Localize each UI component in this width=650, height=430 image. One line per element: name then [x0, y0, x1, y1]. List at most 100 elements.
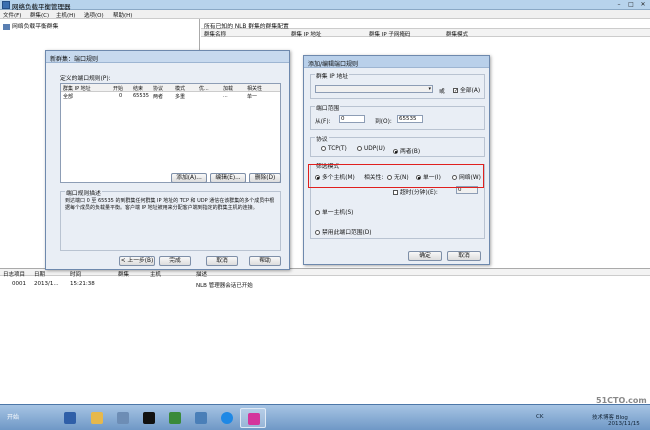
defined-rules-label: 定义的端口规则(P): — [60, 76, 111, 82]
nlb-icon — [195, 412, 207, 424]
help-button[interactable]: 帮助 — [249, 256, 281, 266]
cluster-icon — [3, 23, 10, 30]
rule-description-text: 到达端口 0 至 65535 的到群集任何群集 IP 地址的 TCP 和 UDP… — [65, 198, 275, 211]
from-port-input[interactable]: 0 — [339, 115, 365, 123]
add-rule-button[interactable]: 添加(A)... — [171, 173, 207, 183]
menu-cluster[interactable]: 群集(C) — [30, 11, 49, 19]
log-col-desc[interactable]: 描述 — [196, 270, 207, 278]
all-checkbox[interactable]: ✓ 全部(A) — [453, 85, 480, 94]
close-button[interactable]: ✕ — [638, 1, 648, 9]
rules-col-end[interactable]: 结束 — [133, 85, 143, 92]
port-rules-list[interactable]: 群集 IP 地址 开始 结束 协议 模式 优... 加载 相关性 全部 0 65… — [60, 83, 281, 183]
edit-rule-button[interactable]: 编辑(E)... — [210, 173, 246, 183]
finish-button[interactable]: 完成 — [159, 256, 191, 266]
log-item: 0001 — [12, 281, 26, 287]
rule-description-group: 端口规则描述 到达端口 0 至 65535 的到群集任何群集 IP 地址的 TC… — [60, 188, 281, 251]
right-pane-heading: 所有已知的 NLB 群集的群集配置 — [201, 19, 650, 30]
filter-mode-highlight — [308, 164, 484, 188]
rule-end: 65535 — [133, 93, 149, 99]
port-range-label: 端口范围 — [315, 103, 341, 112]
col-cluster-mask[interactable]: 群集 IP 子网掩码 — [369, 30, 410, 38]
rules-col-start[interactable]: 开始 — [113, 85, 123, 92]
taskbar-ie[interactable] — [214, 408, 240, 428]
taskbar-powershell[interactable] — [57, 408, 83, 428]
taskbar-nlb[interactable] — [188, 408, 214, 428]
menu-host[interactable]: 主机(H) — [56, 11, 75, 19]
nlb-app-icon — [2, 1, 10, 9]
rule-mode: 多重 — [175, 94, 186, 100]
title-bar: 网络负载平衡管理器 – □ ✕ — [0, 0, 650, 11]
edit-dialog-caption: 添加/编辑端口规则 — [304, 56, 489, 68]
col-cluster-ip[interactable]: 群集 IP 地址 — [291, 30, 321, 38]
rule-load: ... — [223, 93, 228, 99]
rules-header: 群集 IP 地址 开始 结束 协议 模式 优... 加载 相关性 — [61, 84, 280, 92]
taskbar-cmd[interactable] — [136, 408, 162, 428]
log-col-cluster[interactable]: 群集 — [118, 270, 129, 278]
radio-icon — [357, 146, 362, 151]
to-label: 到(O): — [375, 119, 392, 125]
port-rules-dialog: 新群集：端口规则 定义的端口规则(P): 群集 IP 地址 开始 结束 协议 模… — [45, 50, 290, 270]
rule-start: 0 — [119, 93, 123, 99]
menu-help[interactable]: 帮助(H) — [113, 11, 132, 19]
back-button[interactable]: < 上一步(B) — [119, 256, 155, 266]
dialog-caption: 新群集：端口规则 — [46, 51, 289, 63]
menu-bar: 文件(F) 群集(C) 主机(H) 选项(O) 帮助(H) — [0, 10, 650, 19]
log-time: 15:21:38 — [70, 281, 95, 287]
maximize-button[interactable]: □ — [626, 1, 636, 9]
to-port-input[interactable]: 65535 — [397, 115, 423, 123]
rules-col-priority[interactable]: 优... — [199, 85, 209, 92]
col-cluster-mode[interactable]: 群集模式 — [446, 30, 468, 38]
delete-rule-button[interactable]: 删除(D) — [249, 173, 281, 183]
start-button[interactable]: 开始 — [1, 408, 25, 428]
tree-root[interactable]: 网络负载平衡群集 — [3, 21, 58, 30]
ok-button[interactable]: 确定 — [408, 251, 442, 261]
taskbar: 开始 CK 51CTO.com 技术博客 Blog 2013/11/15 — [0, 396, 650, 430]
log-col-host[interactable]: 主机 — [150, 270, 161, 278]
from-label: 从(F): — [315, 119, 331, 125]
language-indicator[interactable]: CK — [536, 414, 543, 420]
server-manager-icon — [117, 412, 129, 424]
log-col-item[interactable]: 日志项目 — [3, 270, 25, 278]
port-range-group: 端口范围 从(F): 0 到(O): 65535 — [310, 103, 485, 130]
chevron-down-icon: ▾ — [428, 86, 431, 92]
disable-range-radio[interactable]: 禁用此端口范围(D) — [315, 227, 372, 236]
cmd-icon — [143, 412, 155, 424]
rules-col-affinity[interactable]: 相关性 — [247, 85, 262, 92]
taskbar-network[interactable] — [162, 408, 188, 428]
log-desc: NLB 管理器会话已开始 — [196, 283, 253, 289]
rules-col-protocol[interactable]: 协议 — [153, 85, 163, 92]
rules-col-ip[interactable]: 群集 IP 地址 — [63, 85, 91, 92]
taskbar-paint[interactable] — [240, 408, 266, 428]
edit-cancel-button[interactable]: 取消 — [447, 251, 481, 261]
radio-icon — [315, 210, 320, 215]
minimize-button[interactable]: – — [614, 1, 624, 9]
menu-file[interactable]: 文件(F) — [3, 11, 21, 19]
col-cluster-name[interactable]: 群集名称 — [204, 30, 226, 38]
timeout-checkbox[interactable]: 超时(分钟)(E): — [393, 187, 438, 196]
cluster-ip-group: 群集 IP 地址 ▾ 或 ✓ 全部(A) — [310, 71, 485, 99]
single-host-radio[interactable]: 单一主机(S) — [315, 207, 353, 216]
rule-protocol: 两者 — [153, 94, 164, 100]
rules-row[interactable]: 全部 0 65535 两者 多重 ... 单一 — [61, 93, 280, 100]
rule-affinity: 单一 — [247, 94, 258, 100]
taskbar-explorer[interactable] — [84, 408, 110, 428]
protocol-udp-radio[interactable]: UDP(U) — [357, 146, 385, 152]
cancel-button[interactable]: 取消 — [206, 256, 238, 266]
watermark-blog: 技术博客 Blog — [592, 415, 628, 421]
taskbar-server-manager[interactable] — [110, 408, 136, 428]
rule-ip: 全部 — [63, 94, 74, 100]
protocol-both-radio[interactable]: 两者(B) — [393, 146, 420, 155]
rules-col-load[interactable]: 加载 — [223, 85, 233, 92]
powershell-icon — [64, 412, 76, 424]
paint-icon — [248, 413, 260, 425]
cluster-ip-select[interactable]: ▾ — [315, 85, 433, 93]
menu-options[interactable]: 选项(O) — [84, 11, 104, 19]
log-col-time[interactable]: 时间 — [70, 270, 81, 278]
folder-icon — [91, 412, 103, 424]
radio-icon — [321, 146, 326, 151]
rules-col-mode[interactable]: 模式 — [175, 85, 185, 92]
log-date: 2013/1... — [34, 281, 59, 287]
ie-icon — [221, 412, 233, 424]
log-col-date[interactable]: 日期 — [34, 270, 45, 278]
protocol-tcp-radio[interactable]: TCP(T) — [321, 146, 347, 152]
